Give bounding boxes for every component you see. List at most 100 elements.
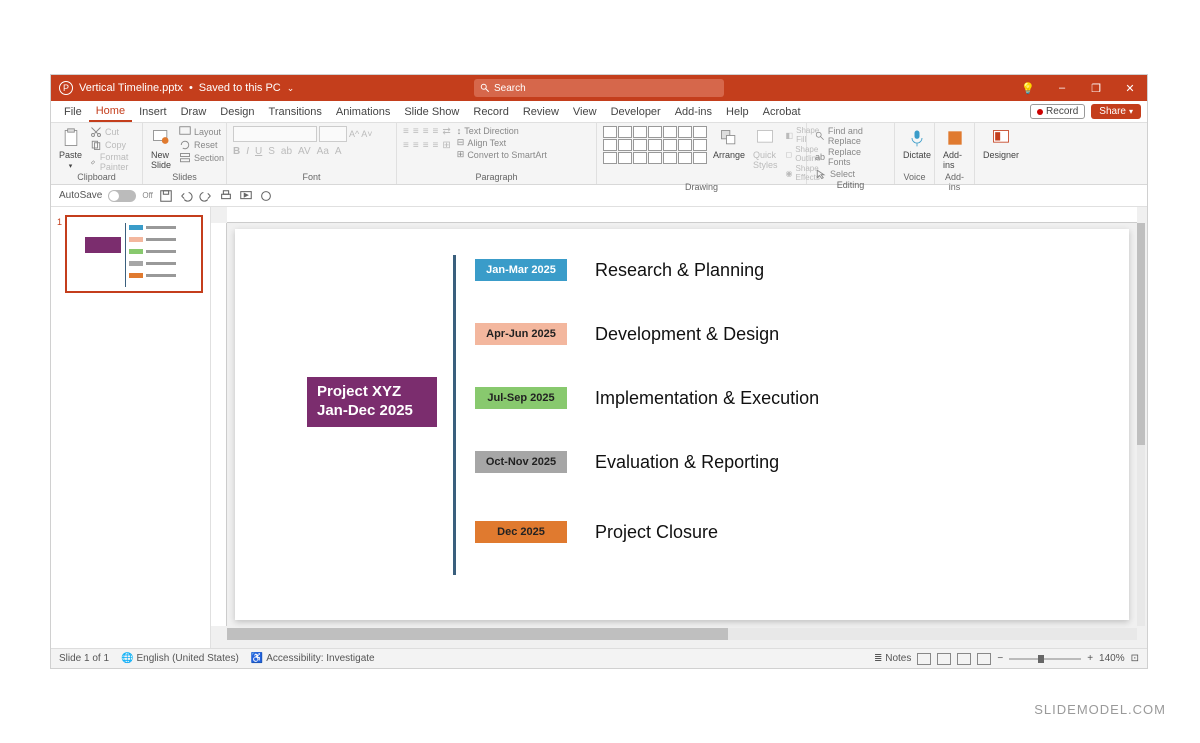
horizontal-scrollbar[interactable]	[227, 628, 1137, 640]
reset-button[interactable]: Reset	[177, 139, 226, 151]
timeline-row-2[interactable]: Apr-Jun 2025 Development & Design	[475, 323, 779, 345]
date-box-5[interactable]: Dec 2025	[475, 521, 567, 543]
tab-home[interactable]: Home	[89, 101, 132, 122]
phase-text-3[interactable]: Implementation & Execution	[595, 388, 819, 409]
status-bar: Slide 1 of 1 🌐English (United States) ♿A…	[51, 648, 1147, 668]
search-placeholder: Search	[494, 83, 526, 94]
timeline-vertical-line[interactable]	[453, 255, 456, 575]
zoom-out-button[interactable]: −	[997, 653, 1003, 664]
slide-counter[interactable]: Slide 1 of 1	[59, 653, 109, 664]
timeline-row-4[interactable]: Oct-Nov 2025 Evaluation & Reporting	[475, 451, 779, 473]
sorter-view-icon[interactable]	[937, 653, 951, 665]
voice-group-label: Voice	[901, 172, 928, 184]
tab-developer[interactable]: Developer	[604, 101, 668, 122]
minimize-button[interactable]: –	[1045, 75, 1079, 101]
section-icon	[179, 152, 191, 164]
tab-addins[interactable]: Add-ins	[668, 101, 719, 122]
quick-access-toolbar: AutoSave Off	[51, 185, 1147, 207]
fit-to-window-button[interactable]: ⊡	[1131, 653, 1139, 664]
tab-review[interactable]: Review	[516, 101, 566, 122]
slide-canvas-area: Project XYZ Jan-Dec 2025 Jan-Mar 2025 Re…	[211, 207, 1147, 648]
tab-draw[interactable]: Draw	[174, 101, 214, 122]
addins-icon	[945, 128, 965, 148]
phase-text-2[interactable]: Development & Design	[595, 324, 779, 345]
slideshow-icon[interactable]	[239, 189, 253, 203]
paintbrush-icon	[90, 156, 97, 168]
shapes-gallery[interactable]	[603, 126, 707, 164]
undo-icon[interactable]	[179, 189, 193, 203]
tab-design[interactable]: Design	[213, 101, 261, 122]
slide-thumbnail-1[interactable]: 1	[65, 215, 203, 293]
find-replace-button[interactable]: Find and Replace	[813, 126, 888, 146]
slide-canvas[interactable]: Project XYZ Jan-Dec 2025 Jan-Mar 2025 Re…	[235, 229, 1129, 620]
tab-insert[interactable]: Insert	[132, 101, 174, 122]
tab-view[interactable]: View	[566, 101, 604, 122]
bold-button: B	[233, 146, 240, 157]
tab-slideshow[interactable]: Slide Show	[397, 101, 466, 122]
copy-icon	[90, 139, 102, 151]
slides-group-label: Slides	[149, 172, 220, 184]
phase-text-1[interactable]: Research & Planning	[595, 260, 764, 281]
project-title-box[interactable]: Project XYZ Jan-Dec 2025	[307, 377, 437, 427]
date-box-2[interactable]: Apr-Jun 2025	[475, 323, 567, 345]
search-box[interactable]: Search	[474, 79, 724, 97]
restore-button[interactable]: ❐	[1079, 75, 1113, 101]
title-chevron-icon[interactable]: ⌄	[287, 83, 295, 94]
project-dates: Jan-Dec 2025	[317, 402, 427, 421]
font-size-dropdown	[319, 126, 347, 142]
reset-icon	[179, 139, 191, 151]
notes-button[interactable]: ≣ Notes	[874, 653, 911, 664]
date-box-3[interactable]: Jul-Sep 2025	[475, 387, 567, 409]
slide-thumbnail-panel: 1	[51, 207, 211, 648]
addins-group-label: Add-ins	[941, 172, 968, 194]
layout-button[interactable]: Layout	[177, 126, 226, 138]
quick-styles-icon	[755, 128, 775, 148]
replace-fonts-button[interactable]: abReplace Fonts	[813, 147, 888, 167]
record-button[interactable]: Record	[1030, 104, 1085, 119]
close-button[interactable]: ✕	[1113, 75, 1147, 101]
title-bar: P Vertical Timeline.pptx • Saved to this…	[51, 75, 1147, 101]
addins-button[interactable]: Add-ins	[941, 126, 968, 172]
redo-icon[interactable]	[199, 189, 213, 203]
share-button[interactable]: Share▾	[1091, 104, 1141, 119]
vertical-scrollbar[interactable]	[1137, 223, 1145, 626]
phase-text-4[interactable]: Evaluation & Reporting	[595, 452, 779, 473]
quick-styles-button: Quick Styles	[751, 126, 780, 172]
tab-file[interactable]: File	[57, 101, 89, 122]
zoom-slider[interactable]	[1009, 658, 1081, 660]
zoom-level[interactable]: 140%	[1099, 653, 1125, 664]
slideshow-view-icon[interactable]	[977, 653, 991, 665]
app-icon: P	[59, 81, 73, 95]
autosave-toggle[interactable]	[108, 190, 136, 202]
accessibility-status[interactable]: ♿Accessibility: Investigate	[251, 653, 375, 664]
date-box-1[interactable]: Jan-Mar 2025	[475, 259, 567, 281]
new-slide-button[interactable]: New Slide	[149, 126, 173, 172]
font-family-dropdown	[233, 126, 317, 142]
language-status[interactable]: 🌐English (United States)	[121, 653, 239, 664]
normal-view-icon[interactable]	[917, 653, 931, 665]
zoom-in-button[interactable]: +	[1087, 653, 1093, 664]
dictate-button[interactable]: Dictate	[901, 126, 933, 162]
timeline-row-5[interactable]: Dec 2025 Project Closure	[475, 521, 718, 543]
touch-icon[interactable]	[259, 189, 273, 203]
phase-text-5[interactable]: Project Closure	[595, 522, 718, 543]
timeline-row-1[interactable]: Jan-Mar 2025 Research & Planning	[475, 259, 764, 281]
arrange-button[interactable]: Arrange	[711, 126, 747, 162]
date-box-4[interactable]: Oct-Nov 2025	[475, 451, 567, 473]
tab-record[interactable]: Record	[466, 101, 515, 122]
select-button[interactable]: Select	[813, 168, 888, 180]
smartart-button: ⊞Convert to SmartArt	[455, 149, 549, 160]
section-button[interactable]: Section	[177, 152, 226, 164]
timeline-row-3[interactable]: Jul-Sep 2025 Implementation & Execution	[475, 387, 819, 409]
paste-button[interactable]: Paste ▾	[57, 126, 84, 172]
tab-transitions[interactable]: Transitions	[262, 101, 329, 122]
tab-acrobat[interactable]: Acrobat	[756, 101, 808, 122]
tab-animations[interactable]: Animations	[329, 101, 397, 122]
save-icon[interactable]	[159, 189, 173, 203]
designer-button[interactable]: Designer	[981, 126, 1021, 162]
reading-view-icon[interactable]	[957, 653, 971, 665]
print-icon[interactable]	[219, 189, 233, 203]
lightbulb-button[interactable]: 💡	[1011, 75, 1045, 101]
tab-help[interactable]: Help	[719, 101, 756, 122]
ribbon-tabs: File Home Insert Draw Design Transitions…	[51, 101, 1147, 123]
